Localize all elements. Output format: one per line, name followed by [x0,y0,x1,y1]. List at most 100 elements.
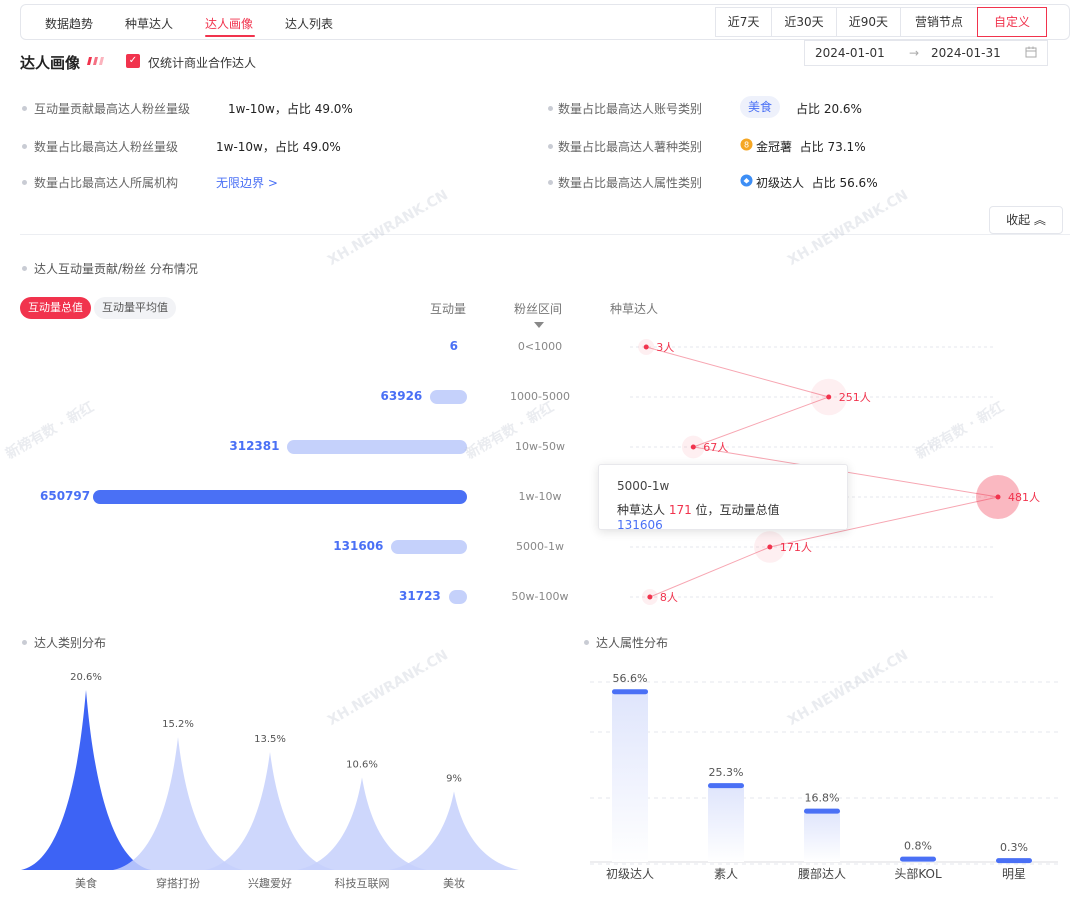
fans-range-label: 1w-10w [518,490,562,503]
stat-bullet [22,106,27,111]
decor-stripes-icon [86,55,106,70]
tooltip-body: 种草达人 171 位，互动量总值 131606 [617,503,780,532]
attribute-value-label: 0.3% [1000,841,1028,854]
creator-point [826,394,832,400]
business-only-label: 仅统计商业合作达人 [148,56,257,70]
stat-bullet [548,144,553,149]
creator-point [690,444,696,450]
range-7d-button[interactable]: 近7天 [714,7,773,37]
date-picker[interactable]: 2024-01-01 → 2024-01-31 [804,40,1048,66]
col-fans-header[interactable]: 粉丝区间 [514,300,562,317]
fans-range-label: 5000-1w [516,540,564,553]
toggle-total-interaction[interactable]: 互动量总值 [20,297,91,319]
junior-creator-icon [740,174,753,190]
chevron-up-icon: ︽ [1033,213,1046,227]
stat-label: 互动量贡献最高达人粉丝量级 [34,102,191,116]
marketing-node-button[interactable]: 营销节点 [899,7,978,37]
section-bullet [22,266,27,271]
tooltip-title: 5000-1w [617,479,670,493]
attribute-axis-label: 初级达人 [606,867,654,881]
interaction-bar[interactable] [287,440,467,454]
attribute-bar-cap [708,783,744,789]
fans-range-label: 1000-5000 [510,390,570,403]
creator-count-label: 8人 [660,591,678,604]
section-bullet [22,640,27,645]
interaction-value-label: 650797 [40,489,91,503]
stat-value: 占比 20.6% [796,102,862,116]
stat-label: 数量占比最高达人薯种类别 [558,140,703,154]
category-axis-label: 美妆 [443,877,465,890]
category-value-label: 9% [446,773,462,784]
attribute-value-label: 25.3% [709,766,744,779]
gold-crown-icon: 8 [740,138,753,154]
page-title: 达人画像 [20,54,81,72]
tab-data-trend[interactable]: 数据趋势 [45,15,93,32]
stat-bullet [548,106,553,111]
stat-label: 数量占比最高达人属性类别 [558,176,703,190]
date-end[interactable]: 2024-01-31 [931,46,1001,60]
tab-creator-list[interactable]: 达人列表 [285,15,333,32]
attribute-axis-label: 腰部达人 [798,866,846,881]
watermark: 新榜有数 · 新红 [463,399,557,463]
creator-count-label: 251人 [839,391,871,404]
stat-value: 1w-10w，占比 49.0% [228,102,353,116]
attribute-bar [708,786,744,862]
interaction-bar[interactable] [93,490,467,504]
fans-range-label: 0<1000 [517,340,563,353]
creator-count-label: 3人 [656,341,674,354]
stat-value: 金冠薯 占比 73.1% [756,140,866,154]
toggle-avg-interaction[interactable]: 互动量平均值 [94,297,176,319]
stat-bullet [548,180,553,185]
sort-down-icon[interactable] [534,318,544,332]
custom-range-button[interactable]: 自定义 [976,7,1047,37]
chart-tooltip: 5000-1w 种草达人 171 位，互动量总值 131606 [598,464,848,532]
creator-count-label: 67人 [703,441,728,454]
category-axis-label: 穿搭打扮 [156,876,200,890]
col-creators-header: 种草达人 [610,302,659,316]
creator-point [643,344,649,350]
stat-label: 数量占比最高达人粉丝量级 [34,140,179,154]
date-separator: → [909,46,920,60]
svg-text:8: 8 [744,141,749,150]
tab-seeding-creators[interactable]: 种草达人 [125,15,173,32]
business-only-checkbox[interactable]: ✓ [126,54,140,68]
category-peak [297,777,427,870]
category-pill: 美食 [740,96,781,118]
category-value-label: 20.6% [70,672,102,683]
watermark: XH.NEWRANK.CN [325,187,451,269]
calendar-icon[interactable] [1025,45,1037,62]
fans-range-label: 50w-100w [511,590,569,603]
stat-bullet [22,180,27,185]
stat-bullet [22,144,27,149]
col-interaction-header: 互动量 [430,302,467,316]
interaction-bar[interactable] [448,590,467,604]
active-tab-underline [205,35,255,37]
attribute-bar-cap [804,808,840,814]
interaction-bar[interactable] [391,540,467,554]
stat-value: 初级达人 占比 56.6% [756,176,878,190]
distribution-title: 达人互动量贡献/粉丝 分布情况 [34,262,198,276]
attribute-axis-label: 明星 [1002,867,1026,881]
category-value-label: 15.2% [162,719,194,730]
range-30d-button[interactable]: 近30天 [771,7,837,37]
attribute-bar-cap [996,858,1032,864]
collapse-button[interactable]: 收起 ︽ [989,206,1063,234]
category-distribution-chart: 20.6% 美食 15.2% 穿搭打扮 13.5% 兴趣爱好 10.6% 科技互联网 9% 美妆 [21,672,519,890]
attribute-bar [804,811,840,862]
interaction-bar[interactable] [430,390,467,404]
attribute-axis-label: 素人 [714,867,738,881]
category-axis-label: 美食 [75,876,97,890]
section-bullet [584,640,589,645]
range-90d-button[interactable]: 近90天 [835,7,901,37]
tab-creator-portrait[interactable]: 达人画像 [205,15,253,32]
creator-point [767,544,773,550]
interaction-value-label: 6 [449,339,458,353]
agency-link[interactable]: 无限边界 > [216,174,278,191]
date-start[interactable]: 2024-01-01 [815,46,885,60]
creator-count-label: 481人 [1008,491,1040,504]
stat-label: 数量占比最高达人所属机构 [34,176,179,190]
creator-point [647,594,653,600]
creator-count-label: 171人 [780,541,812,554]
category-peak [113,737,243,870]
attribute-bar [612,692,648,862]
